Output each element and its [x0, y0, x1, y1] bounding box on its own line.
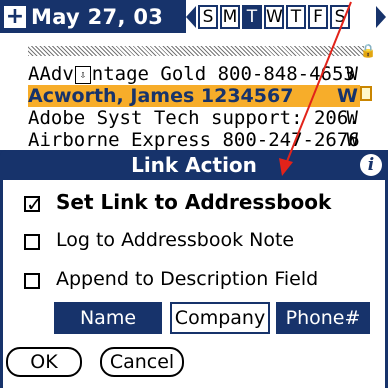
day-fri[interactable]: F — [308, 5, 328, 29]
entry-flag: W — [346, 129, 358, 151]
day-thu[interactable]: T — [286, 5, 306, 29]
day-mon[interactable]: M — [220, 5, 240, 29]
entry-name: Acworth, James 1234567 — [28, 85, 294, 107]
date-label: May 27, 03 — [31, 4, 164, 29]
right-arrow-icon[interactable] — [376, 6, 386, 28]
entry-name: Airborne Express 800-247-2676 — [28, 129, 360, 151]
cancel-button[interactable]: Cancel — [100, 347, 184, 377]
phone-field-button[interactable]: Phone# — [276, 302, 370, 334]
list-item-selected[interactable]: Acworth, James 1234567 W — [28, 85, 360, 107]
date-bar[interactable]: + May 27, 03 — [0, 0, 186, 33]
day-wed[interactable]: W — [264, 5, 284, 29]
set-link-checkbox[interactable] — [24, 192, 43, 216]
list-item[interactable]: Airborne Express 800-247-2676 W — [28, 129, 360, 151]
left-arrow-icon[interactable] — [186, 6, 196, 28]
append-description-checkbox[interactable] — [24, 273, 40, 289]
log-note-checkbox[interactable] — [24, 234, 40, 250]
info-icon[interactable]: i — [360, 154, 382, 176]
dialog-title: Link Action — [0, 150, 388, 180]
list-item[interactable]: Adobe Syst Tech support: 206... W — [28, 107, 360, 129]
ok-button[interactable]: OK — [6, 347, 82, 377]
entry-name: AAdv — [28, 63, 74, 85]
company-field-button[interactable]: Company — [170, 302, 270, 334]
day-sun[interactable]: S — [198, 5, 218, 29]
log-note-label[interactable]: Log to Addressbook Note — [56, 229, 294, 251]
dither-separator — [28, 46, 364, 56]
entry-flag: W — [337, 85, 358, 107]
down-arrow-icon: ⇩ — [74, 65, 91, 84]
list-item[interactable]: AAdv ⇩ ntage Gold 800-848-4653 W — [28, 63, 360, 85]
plus-icon[interactable]: + — [4, 5, 26, 28]
append-description-label[interactable]: Append to Description Field — [56, 268, 318, 290]
entry-name: Adobe Syst Tech support: 206... — [28, 107, 360, 129]
entry-flag: W — [346, 107, 358, 129]
lock-icon: 🔒 — [360, 44, 377, 59]
day-sat[interactable]: S — [330, 5, 350, 29]
set-link-label[interactable]: Set Link to Addressbook — [56, 190, 331, 214]
entry-detail: ntage Gold 800-848-4653 — [91, 63, 355, 85]
entry-flag: W — [346, 63, 358, 85]
note-icon[interactable] — [360, 86, 372, 101]
name-field-button[interactable]: Name — [54, 302, 162, 334]
day-tue[interactable]: T — [242, 5, 262, 29]
